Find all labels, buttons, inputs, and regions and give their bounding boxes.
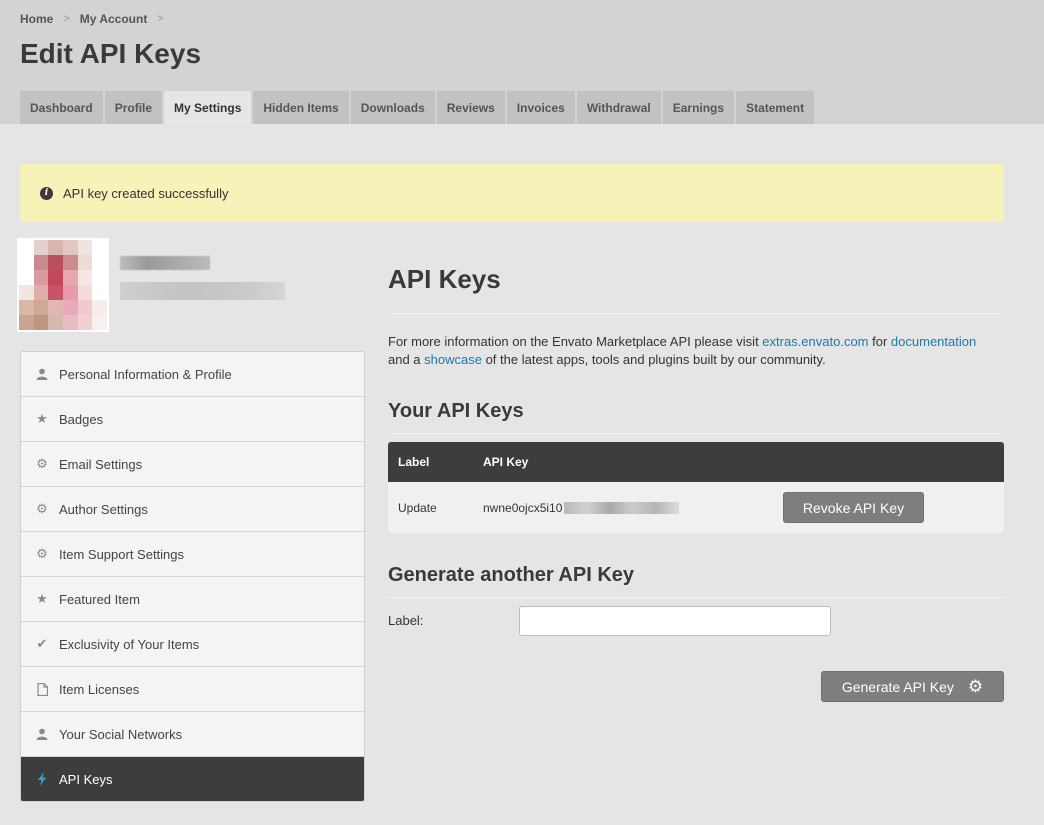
tab-reviews[interactable]: Reviews [436,91,505,124]
sidebar-item-label: Exclusivity of Your Items [59,636,200,652]
breadcrumb-my-account[interactable]: My Account [80,12,148,26]
sidebar-item-item-licenses[interactable]: Item Licenses [21,667,364,712]
sidebar-item-author-settings[interactable]: ⚙ Author Settings [21,487,364,532]
api-keys-table: Label API Key Update nwne0ojcx5i10 Revok… [388,442,1004,533]
extras-link[interactable]: extras.envato.com [762,334,868,349]
info-text-part: and a [388,352,425,367]
revoke-api-key-button[interactable]: Revoke API Key [783,492,924,523]
table-header: Label API Key [388,442,1004,482]
divider [388,433,1004,434]
success-alert: i API key created successfully [20,164,1004,222]
sidebar-item-api-keys[interactable]: API Keys [21,757,364,801]
tab-my-settings[interactable]: My Settings [164,91,252,124]
user-subtitle-redacted [120,282,285,300]
documentation-link[interactable]: documentation [891,334,976,349]
sidebar-item-label: Your Social Networks [59,726,183,742]
sidebar-item-item-support-settings[interactable]: ⚙ Item Support Settings [21,532,364,577]
info-text-part: of the latest apps, tools and plugins bu… [481,352,826,367]
api-key-label-cell: Update [398,500,437,515]
sidebar-item-label: Item Licenses [59,681,140,697]
username-redacted [120,256,210,270]
tab-withdrawal[interactable]: Withdrawal [576,91,661,124]
divider [388,313,1004,314]
breadcrumb-home[interactable]: Home [20,12,53,26]
sidebar-item-email-settings[interactable]: ⚙ Email Settings [21,442,364,487]
generate-key-title: Generate another API Key [388,564,635,586]
api-key-redacted [564,501,680,514]
generate-api-key-button[interactable]: Generate API Key ⚙ [821,671,1004,702]
label-input[interactable] [519,606,831,636]
your-api-keys-title: Your API Keys [388,400,524,422]
sidebar-item-social-networks[interactable]: Your Social Networks [21,712,364,757]
showcase-link[interactable]: showcase [424,352,482,367]
gear-icon: ⚙ [36,546,48,561]
generate-button-label: Generate API Key [841,678,954,695]
user-icon [35,367,49,381]
check-icon: ✔ [36,636,48,651]
tab-downloads[interactable]: Downloads [350,91,435,124]
page-header: Home > My Account > Edit API Keys Dashbo… [0,0,1044,124]
column-header-label: Label [398,455,430,469]
tab-hidden-items[interactable]: Hidden Items [253,91,349,124]
user-icon [35,727,49,741]
avatar[interactable] [17,238,109,332]
tab-statement[interactable]: Statement [736,91,815,124]
sidebar-item-badges[interactable]: ★ Badges [21,397,364,442]
star-icon: ★ [36,411,48,426]
sidebar-item-label: Item Support Settings [59,546,185,562]
sidebar-item-exclusivity[interactable]: ✔ Exclusivity of Your Items [21,622,364,667]
tab-invoices[interactable]: Invoices [506,91,575,124]
page-title: Edit API Keys [20,38,202,69]
section-title-api-keys: API Keys [388,264,501,294]
tab-profile[interactable]: Profile [104,91,163,124]
alert-message: API key created successfully [63,185,229,201]
sidebar-item-label: Author Settings [59,501,148,517]
divider [388,597,1004,598]
sidebar-item-label: Personal Information & Profile [59,366,232,382]
sidebar-item-label: API Keys [59,771,113,787]
gear-icon: ⚙ [36,456,48,471]
info-text-part: For more information on the Envato Marke… [388,334,763,349]
tab-bar: Dashboard Profile My Settings Hidden Ite… [20,91,816,124]
tab-earnings[interactable]: Earnings [662,91,735,124]
star-icon: ★ [36,591,48,606]
document-icon [35,682,49,696]
api-info-text: For more information on the Envato Marke… [388,333,1004,369]
api-key-cell: nwne0ojcx5i10 [483,501,783,515]
column-header-api-key: API Key [483,455,529,469]
sidebar-item-label: Featured Item [59,591,140,607]
info-icon: i [40,186,53,200]
gear-icon: ⚙ [967,677,984,696]
breadcrumb-separator: > [63,13,70,25]
lightning-icon [35,772,49,786]
info-text-part: for [868,334,891,349]
label-field-label: Label: [388,613,424,628]
api-key-value: nwne0ojcx5i10 [483,500,563,515]
settings-side-menu: Personal Information & Profile ★ Badges … [20,351,365,802]
sidebar-item-featured-item[interactable]: ★ Featured Item [21,577,364,622]
breadcrumb: Home > My Account > [20,12,174,26]
gear-icon: ⚙ [36,501,48,516]
tab-dashboard[interactable]: Dashboard [20,91,103,124]
sidebar-item-label: Badges [59,411,104,427]
sidebar-item-label: Email Settings [59,456,143,472]
sidebar-item-personal-info[interactable]: Personal Information & Profile [21,352,364,397]
breadcrumb-separator: > [157,13,164,25]
